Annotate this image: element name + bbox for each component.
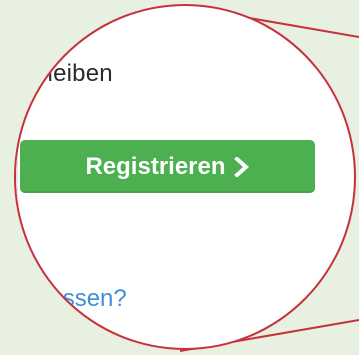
forgot-password-link[interactable]: rgessen? <box>28 285 127 313</box>
magnifier-circle: bleiben Registrieren rgessen? <box>14 4 356 350</box>
register-button[interactable]: Registrieren <box>20 140 315 193</box>
chevron-right-icon <box>233 156 250 177</box>
register-button-label: Registrieren <box>85 152 226 180</box>
zoom-callout: bleiben Registrieren rgessen? <box>0 0 359 355</box>
stay-logged-in-label: bleiben <box>34 60 113 87</box>
zoomed-form: bleiben Registrieren rgessen? <box>16 6 354 348</box>
